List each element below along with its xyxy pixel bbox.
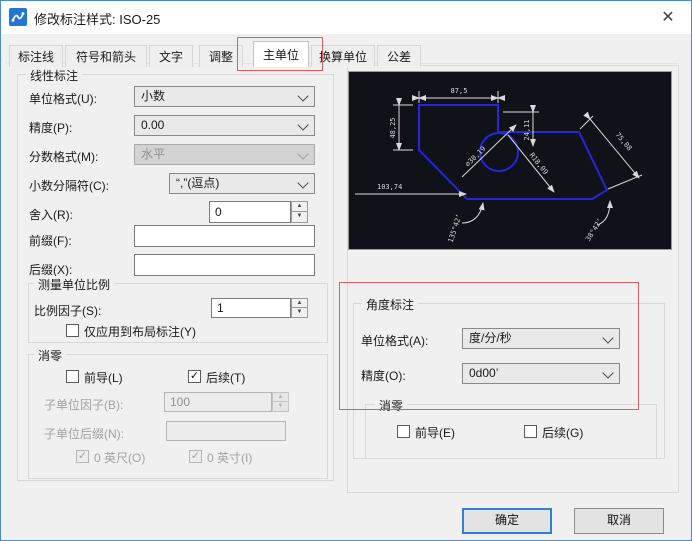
precision-label: 精度(P): (29, 121, 73, 135)
preview-dim-text: 24,11 (523, 119, 531, 140)
prefix-input[interactable] (134, 225, 315, 247)
angular-leading-zeros-checkbox[interactable] (397, 425, 410, 438)
unit-format-select[interactable]: 小数 (134, 86, 315, 107)
trailing-zeros-checkbox[interactable]: ✓ (188, 370, 201, 383)
group-linear-title: 线性标注 (26, 67, 83, 84)
title-bar: 修改标注样式: ISO-25 ✕ (1, 1, 691, 34)
precision-value: 0.00 (141, 118, 165, 132)
fraction-format-value: 水平 (141, 147, 166, 161)
group-angular-title: 角度标注 (362, 296, 419, 313)
tab-symbols-arrows[interactable]: 符号和箭头 (65, 45, 147, 67)
angular-leading-zeros-label: 前导(E) (415, 426, 455, 440)
preview-dim-text: 75,08 (614, 131, 634, 152)
preview-part-outline (418, 104, 609, 200)
unit-format-value: 小数 (141, 89, 166, 103)
round-off-spinner: ▲ ▼ (291, 201, 308, 223)
tab-strip: 标注线 符号和箭头 文字 调整 主单位 换算单位 公差 (9, 41, 423, 67)
angular-unit-format-select[interactable]: 度/分/秒 (462, 328, 620, 349)
decimal-separator-value: “,”(逗点) (176, 176, 220, 190)
angular-unit-format-value: 度/分/秒 (469, 331, 512, 345)
tab-text[interactable]: 文字 (149, 45, 193, 67)
leading-zeros-checkbox[interactable] (66, 370, 79, 383)
layout-only-label: 仅应用到布局标注(Y) (84, 325, 196, 339)
preview-dim-text: 103,74 (377, 183, 402, 191)
preview-dim-text: 48,25 (389, 117, 397, 138)
tab-dim-lines[interactable]: 标注线 (9, 45, 63, 67)
preview-dim-text: 135°42’ (447, 213, 464, 244)
scale-factor-input[interactable] (211, 298, 291, 318)
angular-trailing-zeros-checkbox[interactable] (524, 425, 537, 438)
zero-feet-label: 0 英尺(O) (94, 451, 146, 465)
tab-tolerances[interactable]: 公差 (377, 45, 421, 67)
spin-down-icon[interactable]: ▼ (291, 212, 308, 223)
app-icon (9, 8, 27, 26)
zero-inches-checkbox: ✓ (189, 450, 202, 463)
check-mark-icon: ✓ (189, 370, 200, 382)
preview-dim-text: 38°42’ (584, 217, 604, 243)
ok-button[interactable]: 确定 (462, 508, 552, 534)
chevron-down-icon (297, 119, 309, 131)
precision-select[interactable]: 0.00 (134, 115, 315, 136)
sub-unit-suffix-input (166, 421, 286, 441)
dialog-modify-dim-style: 修改标注样式: ISO-25 ✕ 标注线 符号和箭头 文字 调整 主单位 换算单… (0, 0, 692, 541)
spin-up-icon[interactable]: ▲ (291, 298, 308, 308)
chevron-down-icon (297, 148, 309, 160)
close-icon[interactable]: ✕ (655, 5, 681, 31)
window-title: 修改标注样式: ISO-25 (34, 12, 161, 27)
tab-primary-units[interactable]: 主单位 (253, 41, 309, 67)
chevron-down-icon (297, 90, 309, 102)
angular-precision-value: 0d00’ (469, 366, 499, 380)
layout-only-checkbox[interactable] (66, 324, 79, 337)
group-zero-suppression-linear-title: 消零 (34, 347, 67, 364)
decimal-separator-select[interactable]: “,”(逗点) (169, 173, 315, 194)
suffix-input[interactable] (134, 254, 315, 276)
tab-fit[interactable]: 调整 (199, 45, 243, 67)
round-off-input[interactable] (209, 201, 291, 223)
scale-factor-label: 比例因子(S): (34, 304, 102, 318)
fraction-format-select: 水平 (134, 144, 315, 165)
check-mark-icon: ✓ (190, 450, 201, 462)
unit-format-label: 单位格式(U): (29, 92, 97, 106)
round-off-label: 舍入(R): (29, 208, 73, 222)
style-preview-image: 87,5 48,25 24,11 ⌀30,19 R18,09 75,08 103… (348, 71, 672, 250)
chevron-down-icon (602, 332, 614, 344)
leading-zeros-label: 前导(L) (84, 371, 123, 385)
chevron-down-icon (297, 177, 309, 189)
fraction-format-label: 分数格式(M): (29, 150, 99, 164)
sub-unit-suffix-label: 子单位后缀(N): (44, 427, 124, 441)
prefix-label: 前缀(F): (29, 234, 72, 248)
angular-precision-select[interactable]: 0d00’ (462, 363, 620, 384)
sub-unit-factor-input (164, 392, 272, 412)
angular-precision-label: 精度(O): (361, 369, 406, 383)
chevron-down-icon (602, 367, 614, 379)
check-mark-icon: ✓ (77, 450, 88, 462)
group-measurement-scale-title: 测量单位比例 (34, 276, 115, 293)
spin-up-icon: ▲ (272, 392, 289, 402)
preview-dim-text: 87,5 (451, 87, 468, 95)
tab-alternate-units[interactable]: 换算单位 (311, 45, 375, 67)
spin-down-icon[interactable]: ▼ (291, 308, 308, 318)
cancel-button[interactable]: 取消 (574, 508, 664, 534)
spin-up-icon[interactable]: ▲ (291, 201, 308, 212)
sub-unit-factor-spinner: ▲ ▼ (272, 392, 289, 412)
angular-trailing-zeros-label: 后续(G) (542, 426, 584, 440)
zero-inches-label: 0 英寸(I) (207, 451, 253, 465)
scale-factor-spinner: ▲ ▼ (291, 298, 308, 318)
group-zero-suppression-angular-title: 消零 (375, 397, 408, 414)
angular-unit-format-label: 单位格式(A): (361, 334, 429, 348)
spin-down-icon: ▼ (272, 402, 289, 412)
zero-feet-checkbox: ✓ (76, 450, 89, 463)
sub-unit-factor-label: 子单位因子(B): (44, 398, 124, 412)
trailing-zeros-label: 后续(T) (206, 371, 246, 385)
decimal-separator-label: 小数分隔符(C): (29, 179, 109, 193)
